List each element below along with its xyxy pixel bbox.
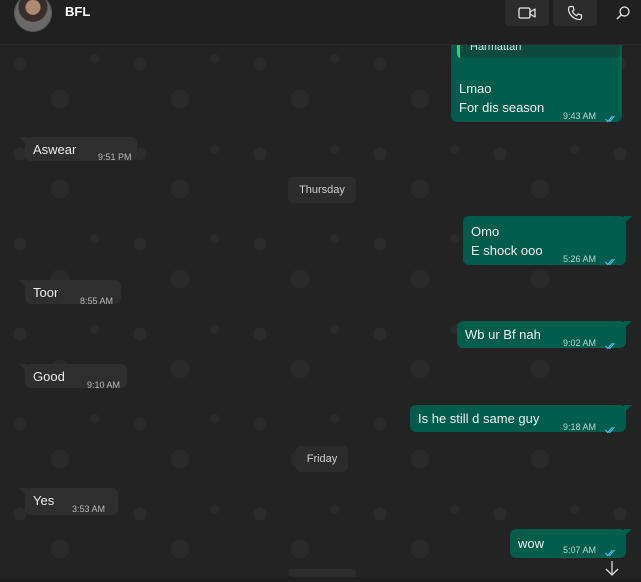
message-time: 9:43 AM xyxy=(563,111,597,121)
message-text: E shock ooo xyxy=(471,243,543,258)
outgoing-message[interactable]: Is he still d same guy 9:18 AM xyxy=(410,405,632,434)
message-text: Omo xyxy=(471,224,500,239)
bubble-tail xyxy=(19,137,27,145)
message-time: 5:07 AM xyxy=(563,545,597,555)
video-call-button[interactable] xyxy=(505,0,549,26)
search-button[interactable] xyxy=(608,0,638,26)
bubble-tail xyxy=(19,280,27,288)
message-text: Good xyxy=(33,369,65,384)
bubble-tail xyxy=(624,405,632,413)
read-receipt-icon xyxy=(605,336,617,355)
date-separator-partial xyxy=(288,569,356,577)
bubble-tail xyxy=(19,488,27,496)
contact-avatar[interactable] xyxy=(14,0,52,32)
message-text: For dis season xyxy=(459,100,545,115)
voice-call-icon xyxy=(567,5,583,21)
read-receipt-icon xyxy=(605,252,617,271)
incoming-message[interactable]: Toor 8:55 AM xyxy=(19,280,121,306)
message-text: wow xyxy=(518,536,545,551)
message-text: Toor xyxy=(33,285,59,300)
bubble-tail xyxy=(624,529,632,537)
date-separator: Friday xyxy=(296,446,348,472)
incoming-message[interactable]: Good 9:10 AM xyxy=(19,364,127,390)
message-text: Aswear xyxy=(33,142,77,157)
incoming-message[interactable]: Aswear 9:51 PM xyxy=(19,137,137,162)
bubble-tail xyxy=(19,364,27,372)
outgoing-message[interactable]: Omo E shock ooo 5:26 AM xyxy=(463,216,632,266)
message-time: 9:10 AM xyxy=(87,380,121,390)
date-separator: Thursday xyxy=(288,177,356,203)
message-text: Wb ur Bf nah xyxy=(465,327,541,342)
contact-name[interactable]: BFL xyxy=(65,4,90,19)
outgoing-message[interactable]: wow 5:07 AM xyxy=(510,529,632,558)
message-time: 8:55 AM xyxy=(80,296,114,306)
message-time: 9:02 AM xyxy=(563,338,597,348)
voice-call-button[interactable] xyxy=(553,0,597,26)
video-call-icon xyxy=(518,6,536,20)
message-time: 5:26 AM xyxy=(563,254,597,264)
read-receipt-icon xyxy=(605,420,617,439)
chat-header: BFL xyxy=(0,0,641,45)
arrow-down-icon xyxy=(603,561,621,581)
bubble-tail xyxy=(624,321,632,329)
message-time: 3:53 AM xyxy=(72,504,106,514)
outgoing-message[interactable]: Wb ur Bf nah 9:02 AM xyxy=(457,321,632,350)
message-text: Lmao xyxy=(459,81,492,96)
message-text: Yes xyxy=(33,493,55,508)
bubble-tail xyxy=(624,216,632,224)
search-icon xyxy=(615,5,631,21)
scroll-to-bottom-button[interactable] xyxy=(603,560,623,580)
message-time: 9:51 PM xyxy=(98,152,132,162)
message-text: Is he still d same guy xyxy=(418,411,540,426)
incoming-message[interactable]: Yes 3:53 AM xyxy=(19,488,118,515)
read-receipt-icon xyxy=(605,109,617,128)
message-time: 9:18 AM xyxy=(563,422,597,432)
